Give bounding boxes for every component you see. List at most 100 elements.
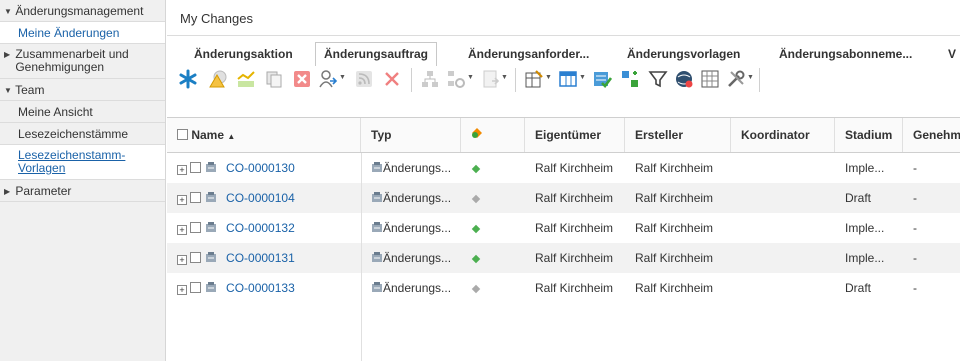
approve-icon[interactable]	[591, 68, 613, 90]
name-cell: + CO-0000131	[167, 243, 361, 273]
warning-gear-icon[interactable]	[207, 68, 229, 90]
column-header-ersteller[interactable]: Ersteller	[625, 118, 731, 152]
grid-icon[interactable]	[699, 68, 721, 90]
caret-down-icon: ▼	[4, 7, 12, 16]
change-order-link[interactable]: CO-0000131	[226, 251, 295, 265]
table-row[interactable]: + CO-0000104 Änderungs... Ralf Kirchheim Ra…	[167, 183, 960, 213]
tab-aenderungsauftrag[interactable]: Änderungsauftrag	[315, 42, 438, 66]
change-order-link[interactable]: CO-0000132	[226, 221, 295, 235]
chart-icon[interactable]	[235, 68, 257, 90]
tab-aenderungsanforderung[interactable]: Änderungsanforder...	[468, 42, 589, 66]
chevron-down-icon[interactable]: ▼	[579, 74, 586, 81]
page-title: My Changes	[180, 11, 253, 26]
copy-icon[interactable]	[263, 68, 285, 90]
table-row[interactable]: + CO-0000131 Änderungs... Ralf Kirchheim Ra…	[167, 243, 960, 273]
change-order-link[interactable]: CO-0000130	[226, 161, 295, 175]
column-divider	[361, 153, 362, 361]
column-header-typ[interactable]: Typ	[361, 118, 461, 152]
sidebar-link-line1[interactable]: Lesezeichenstamm-	[18, 148, 125, 162]
row-checkbox[interactable]	[190, 282, 202, 293]
type-cell: Änderungs...	[361, 213, 461, 243]
sidebar-item-zusammenarbeit[interactable]: ▶ Zusammenarbeit und Genehmigungen	[0, 44, 165, 79]
expand-icon[interactable]: +	[177, 255, 187, 265]
divider	[167, 35, 960, 36]
table-row[interactable]: + CO-0000132 Änderungs... Ralf Kirchheim Ra…	[167, 213, 960, 243]
share-user-icon[interactable]	[317, 68, 339, 90]
sidebar-item-label: Team	[15, 83, 45, 97]
column-header-status-icon[interactable]	[461, 118, 525, 152]
delete-icon[interactable]	[381, 68, 403, 90]
column-header-stadium[interactable]: Stadium	[835, 118, 903, 152]
column-header-koordinator[interactable]: Koordinator	[731, 118, 835, 152]
caret-right-icon: ▶	[4, 187, 11, 196]
sidebar-item-aenderungsmanagement[interactable]: ▼ Änderungsmanagement	[0, 0, 165, 22]
table-header: Name ▲ Typ Eigentümer Ersteller Koordina…	[167, 117, 960, 153]
type-text: Änderungs...	[383, 161, 452, 175]
row-checkbox[interactable]	[190, 192, 202, 203]
globe-icon[interactable]	[673, 68, 695, 90]
change-order-icon	[205, 274, 217, 292]
column-label: Name	[191, 128, 225, 142]
change-order-icon	[205, 154, 217, 172]
approval-cell: -	[913, 221, 917, 235]
sidebar-item-team[interactable]: ▼ Team	[0, 79, 165, 101]
toolbar-divider	[759, 68, 760, 92]
sidebar-item-lesezeichenstamm-vorlagen[interactable]: Lesezeichenstamm- Vorlagen	[0, 145, 165, 180]
hierarchy-icon[interactable]	[419, 68, 441, 90]
column-header-eigentuemer[interactable]: Eigentümer	[525, 118, 625, 152]
chevron-down-icon[interactable]: ▼	[339, 74, 346, 81]
edit-table-icon[interactable]	[523, 68, 545, 90]
tab-aenderungsaktion[interactable]: Änderungsaktion	[194, 42, 293, 66]
type-text: Änderungs...	[383, 191, 452, 205]
expand-icon[interactable]: +	[177, 285, 187, 295]
chevron-down-icon[interactable]: ▼	[545, 74, 552, 81]
chevron-down-icon[interactable]: ▼	[467, 74, 474, 81]
stage-cell: Draft	[845, 191, 872, 205]
tools-icon[interactable]	[725, 68, 747, 90]
expand-icon[interactable]: +	[177, 225, 187, 235]
sidebar-item-label: Lesezeichenstämme	[18, 127, 129, 141]
coordinator-cell	[731, 243, 835, 273]
tab-aenderungsvorlagen[interactable]: Änderungsvorlagen	[627, 42, 740, 66]
chevron-down-icon[interactable]: ▼	[747, 74, 754, 81]
row-checkbox[interactable]	[190, 162, 202, 173]
expand-icon[interactable]: +	[177, 165, 187, 175]
sidebar-link-line2[interactable]: Vorlagen	[18, 161, 65, 175]
page-icon[interactable]	[479, 68, 501, 90]
sidebar-item-label: Meine Änderungen	[18, 26, 120, 40]
move-icon[interactable]	[619, 68, 641, 90]
type-text: Änderungs...	[383, 221, 452, 235]
tab-aenderungsabonnement[interactable]: Änderungsabonneme...	[779, 42, 912, 66]
sidebar-item-lesezeichenstaemme[interactable]: Lesezeichenstämme	[0, 123, 165, 145]
change-order-icon	[371, 154, 383, 172]
column-header-genehmigung[interactable]: Genehmi	[903, 118, 960, 152]
creator-cell: Ralf Kirchheim	[635, 221, 714, 235]
row-checkbox[interactable]	[190, 222, 202, 233]
sidebar: ▼ Änderungsmanagement Meine Änderungen ▶…	[0, 0, 166, 361]
select-all-checkbox[interactable]	[177, 129, 188, 140]
sidebar-item-meine-aenderungen[interactable]: Meine Änderungen	[0, 22, 165, 44]
caret-right-icon: ▶	[4, 50, 11, 59]
sidebar-item-parameter[interactable]: ▶ Parameter	[0, 180, 165, 202]
tab-more[interactable]: V	[948, 42, 956, 66]
row-checkbox[interactable]	[190, 252, 202, 263]
type-text: Änderungs...	[383, 251, 452, 265]
cancel-icon[interactable]	[291, 68, 313, 90]
rss-icon[interactable]	[353, 68, 375, 90]
filter-icon[interactable]	[647, 68, 669, 90]
change-order-link[interactable]: CO-0000104	[226, 191, 295, 205]
chevron-down-icon[interactable]: ▼	[501, 74, 508, 81]
sort-asc-icon: ▲	[227, 132, 236, 141]
column-header-name[interactable]: Name ▲	[167, 118, 361, 152]
columns-icon[interactable]	[557, 68, 579, 90]
table-row[interactable]: + CO-0000133 Änderungs... Ralf Kirchheim Ra…	[167, 273, 960, 303]
change-order-link[interactable]: CO-0000133	[226, 281, 295, 295]
creator-cell: Ralf Kirchheim	[635, 191, 714, 205]
table-row[interactable]: + CO-0000130 Änderungs... Ralf Kirchheim Ra…	[167, 153, 960, 183]
expand-icon[interactable]: +	[177, 195, 187, 205]
hierarchy-settings-icon[interactable]	[445, 68, 467, 90]
asterisk-icon[interactable]	[177, 68, 199, 90]
sidebar-item-meine-ansicht[interactable]: Meine Ansicht	[0, 101, 165, 123]
toolbar-divider	[411, 68, 412, 92]
status-diamond-icon	[471, 224, 481, 234]
